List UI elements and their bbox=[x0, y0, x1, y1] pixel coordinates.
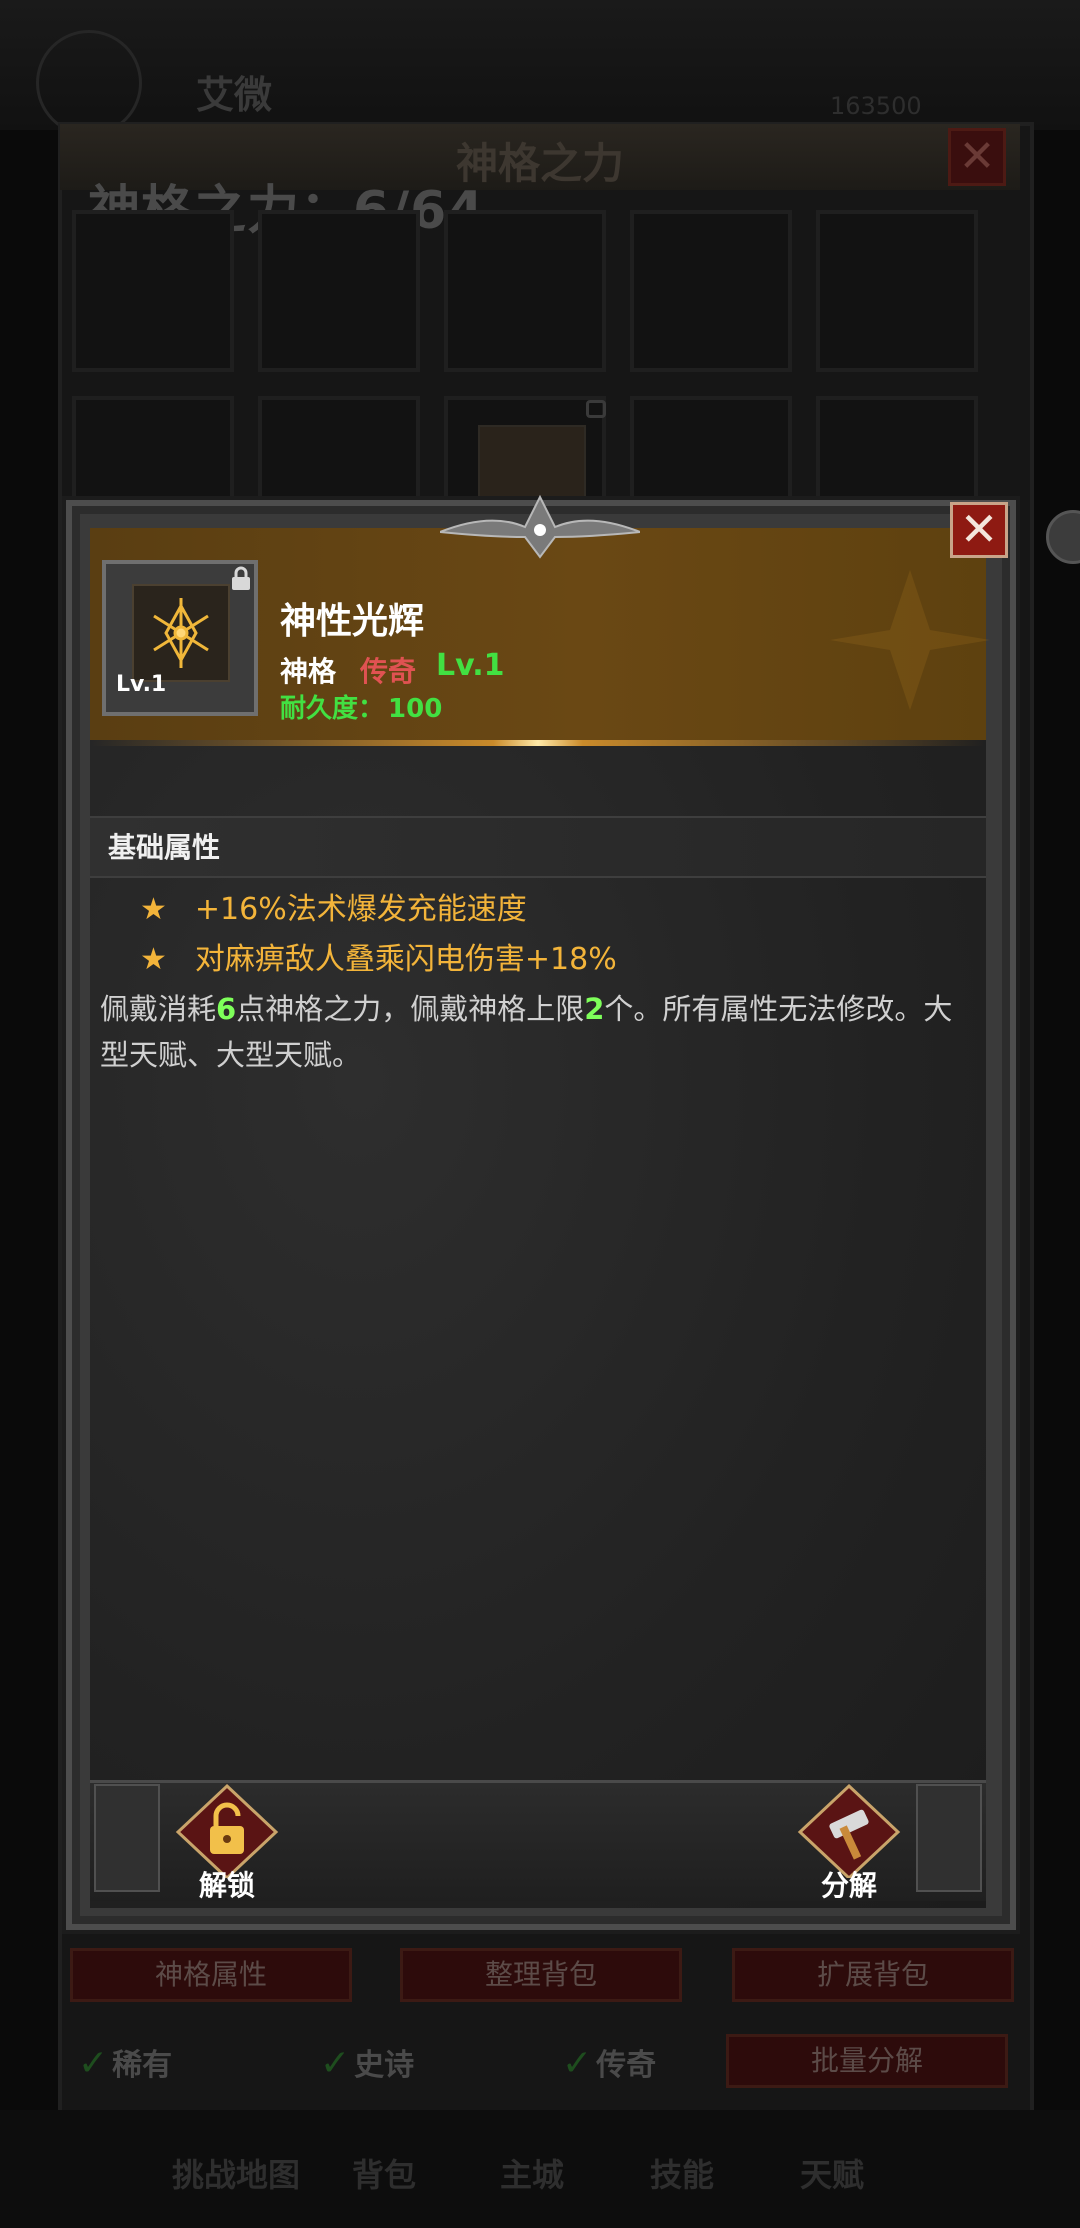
checkmark-icon: ✓ bbox=[562, 2043, 593, 2084]
inventory-slot[interactable] bbox=[630, 210, 792, 372]
durability: 耐久度： 100 bbox=[280, 688, 442, 725]
attribute-row: ★ +16%法术爆发充能速度 bbox=[140, 892, 527, 927]
inventory-slot[interactable] bbox=[444, 210, 606, 372]
durability-value: 100 bbox=[388, 694, 443, 724]
nav-skills[interactable]: 技能 bbox=[650, 2150, 714, 2196]
sort-bag-button[interactable]: 整理背包 bbox=[400, 1948, 682, 2002]
knot-ornament-icon bbox=[94, 1784, 160, 1892]
section-header bbox=[90, 816, 986, 878]
checkmark-icon: ✓ bbox=[78, 2043, 109, 2084]
expand-bag-button[interactable]: 扩展背包 bbox=[732, 1948, 1014, 2002]
player-name: 艾微 bbox=[196, 73, 273, 117]
knot-ornament-icon bbox=[916, 1784, 982, 1892]
nav-challenge-map[interactable]: 挑战地图 bbox=[172, 2150, 300, 2196]
close-icon: ✕ bbox=[958, 131, 996, 182]
unlock-label: 解锁 bbox=[198, 1869, 255, 1902]
divinity-attributes-button[interactable]: 神格属性 bbox=[70, 1948, 352, 2002]
item-icon bbox=[132, 584, 230, 682]
item-level: Lv.1 bbox=[436, 648, 505, 683]
attribute-row: ★ 对麻痹敌人叠乘闪电伤害+18% bbox=[140, 942, 617, 977]
item-description: 佩戴消耗6点神格之力，佩戴神格上限2个。所有属性无法修改。大型天赋、大型天赋。 bbox=[100, 992, 953, 1072]
nav-talents[interactable]: 天赋 bbox=[800, 2150, 864, 2196]
star-icon: ★ bbox=[140, 892, 167, 927]
lock-icon bbox=[232, 566, 250, 590]
rune-sigil-icon bbox=[153, 598, 209, 668]
filter-legendary[interactable]: ✓ 传奇 bbox=[562, 2040, 656, 2084]
currency-value: 163500 bbox=[830, 92, 922, 120]
filter-rare[interactable]: ✓ 稀有 bbox=[78, 2040, 172, 2084]
popup-close-button[interactable]: ✕ bbox=[950, 502, 1008, 558]
decompose-label: 分解 bbox=[820, 1869, 877, 1902]
side-toggle-button[interactable] bbox=[1046, 510, 1080, 564]
header-divider bbox=[90, 740, 986, 746]
filter-epic[interactable]: ✓ 史诗 bbox=[320, 2040, 414, 2084]
inventory-slot[interactable] bbox=[258, 210, 420, 372]
batch-decompose-button[interactable]: 批量分解 bbox=[726, 2034, 1008, 2088]
item-type: 神格 bbox=[280, 655, 337, 688]
inventory-slot[interactable] bbox=[72, 210, 234, 372]
emblem-icon bbox=[830, 570, 990, 710]
lock-icon bbox=[586, 400, 606, 418]
ornament-icon bbox=[440, 494, 640, 559]
inventory-slot[interactable] bbox=[816, 210, 978, 372]
item-rarity: 传奇 bbox=[360, 655, 417, 688]
star-icon: ★ bbox=[140, 942, 167, 977]
section-title: 基础属性 bbox=[108, 831, 221, 864]
durability-label: 耐久度： bbox=[280, 694, 385, 724]
nav-main-city[interactable]: 主城 bbox=[500, 2150, 564, 2196]
item-name: 神性光辉 bbox=[280, 601, 425, 642]
avatar[interactable] bbox=[36, 30, 142, 136]
checkmark-icon: ✓ bbox=[320, 2043, 351, 2084]
item-icon-level: Lv.1 bbox=[116, 672, 167, 697]
nav-bag[interactable]: 背包 bbox=[352, 2150, 416, 2196]
bag-close-button[interactable]: ✕ bbox=[948, 128, 1006, 186]
close-icon: ✕ bbox=[959, 502, 999, 556]
